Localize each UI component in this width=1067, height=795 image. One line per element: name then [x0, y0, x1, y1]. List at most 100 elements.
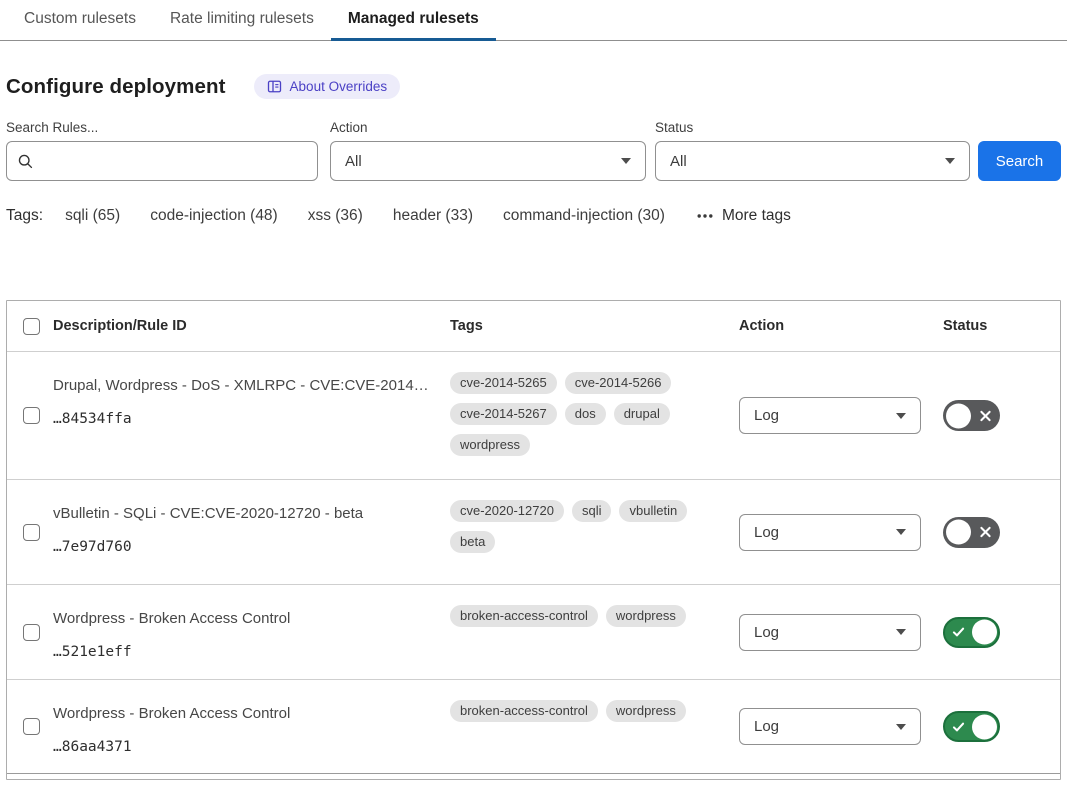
- toggle-knob: [972, 620, 997, 645]
- chevron-down-icon: [896, 413, 906, 419]
- filter-row: Search Rules... Action All Status: [6, 120, 1061, 181]
- table-header-row: Description/Rule IDTagsActionStatus: [7, 301, 1060, 351]
- rule-status-cell: [941, 480, 1060, 584]
- row-checkbox-cell: [7, 480, 53, 584]
- row-checkbox[interactable]: [23, 718, 40, 735]
- rule-id: …84534ffa: [53, 411, 438, 427]
- row-checkbox[interactable]: [23, 407, 40, 424]
- about-overrides-label: About Overrides: [290, 79, 388, 94]
- rule-status-cell: [941, 352, 1060, 479]
- column-header-tags: Tags: [450, 318, 739, 334]
- tag-pill-dos: dos: [565, 403, 606, 425]
- status-toggle[interactable]: [943, 517, 1000, 548]
- action-filter-group: Action All: [330, 120, 646, 181]
- tag-pill-drupal: drupal: [614, 403, 670, 425]
- tag-link-command-injection-30[interactable]: command-injection (30): [503, 207, 665, 225]
- rule-tags-cell: broken-access-controlwordpress: [450, 680, 739, 773]
- rule-action-select[interactable]: Log: [739, 514, 921, 551]
- column-header-label: Description/Rule ID: [53, 318, 187, 334]
- more-tags-label: More tags: [722, 207, 791, 225]
- tag-link-sqli-65[interactable]: sqli (65): [65, 207, 120, 225]
- rule-action-value: Log: [754, 718, 779, 735]
- tab-managed-rulesets[interactable]: Managed rulesets: [331, 0, 496, 40]
- x-icon-wrap: [979, 526, 992, 539]
- status-filter-label: Status: [655, 120, 970, 135]
- toggle-knob: [946, 520, 971, 545]
- row-checkbox[interactable]: [23, 624, 40, 641]
- rule-action-select[interactable]: Log: [739, 708, 921, 745]
- about-overrides-link[interactable]: About Overrides: [254, 74, 401, 99]
- tab-custom-rulesets[interactable]: Custom rulesets: [7, 0, 153, 40]
- next-row-stub: [7, 773, 1060, 779]
- tag-pill-vbulletin: vbulletin: [619, 500, 687, 522]
- heading-row: Configure deployment About Overrides: [6, 74, 1061, 99]
- rule-id: …86aa4371: [53, 739, 438, 755]
- status-filter-group: Status All: [655, 120, 970, 181]
- rule-action-cell: Log: [739, 680, 941, 773]
- rule-action-cell: Log: [739, 585, 941, 679]
- tag-pill-cve-2014-5266: cve-2014-5266: [565, 372, 672, 394]
- select-all-checkbox[interactable]: [23, 318, 40, 335]
- tags-bar-label: Tags:: [6, 207, 43, 225]
- check-icon-wrap: [952, 626, 965, 639]
- rule-action-value: Log: [754, 407, 779, 424]
- search-input[interactable]: [42, 152, 307, 171]
- rule-tags-cell: cve-2014-5265cve-2014-5266cve-2014-5267d…: [450, 352, 739, 479]
- table-row: vBulletin - SQLi - CVE:CVE-2020-12720 - …: [7, 479, 1060, 584]
- tag-pill-cve-2014-5265: cve-2014-5265: [450, 372, 557, 394]
- rule-description: Wordpress - Broken Access Control: [53, 704, 438, 724]
- action-filter-select[interactable]: All: [330, 141, 646, 181]
- search-icon: [17, 153, 34, 170]
- search-input-box[interactable]: [6, 141, 318, 181]
- rule-action-value: Log: [754, 624, 779, 641]
- status-toggle[interactable]: [943, 617, 1000, 648]
- rule-action-value: Log: [754, 524, 779, 541]
- check-icon-wrap: [952, 720, 965, 733]
- tag-link-header-33[interactable]: header (33): [393, 207, 473, 225]
- rule-status-cell: [941, 585, 1060, 679]
- row-checkbox[interactable]: [23, 524, 40, 541]
- rule-description-cell: Drupal, Wordpress - DoS - XMLRPC - CVE:C…: [53, 352, 450, 479]
- rule-description: Drupal, Wordpress - DoS - XMLRPC - CVE:C…: [53, 376, 438, 396]
- chevron-down-icon: [621, 158, 631, 164]
- row-checkbox-cell: [7, 585, 53, 679]
- chevron-down-icon: [896, 529, 906, 535]
- status-toggle[interactable]: [943, 400, 1000, 431]
- chevron-down-icon: [896, 724, 906, 730]
- table-row: Wordpress - Broken Access Control …86aa43…: [7, 679, 1060, 773]
- page-title: Configure deployment: [6, 75, 226, 99]
- tag-pill-wordpress: wordpress: [606, 605, 686, 627]
- tag-link-code-injection-48[interactable]: code-injection (48): [150, 207, 278, 225]
- rule-action-select[interactable]: Log: [739, 614, 921, 651]
- status-filter-select[interactable]: All: [655, 141, 970, 181]
- tab-rate-limiting-rulesets[interactable]: Rate limiting rulesets: [153, 0, 331, 40]
- search-field-label: Search Rules...: [6, 120, 318, 135]
- x-icon: [979, 526, 992, 539]
- tag-pill-broken-access-control: broken-access-control: [450, 605, 598, 627]
- check-icon: [952, 720, 965, 733]
- tags-bar: Tags: sqli (65) code-injection (48) xss (36…: [6, 207, 1061, 225]
- rule-description-cell: Wordpress - Broken Access Control…521e1e…: [53, 585, 450, 679]
- tab-bar: Custom rulesetsRate limiting rulesetsMan…: [0, 0, 1067, 41]
- tag-pill-broken-access-control: broken-access-control: [450, 700, 598, 722]
- check-icon: [952, 626, 965, 639]
- tag-link-xss-36[interactable]: xss (36): [308, 207, 363, 225]
- rule-status-cell: [941, 680, 1060, 773]
- search-button[interactable]: Search: [978, 141, 1061, 181]
- table-row: Wordpress - Broken Access Control…521e1e…: [7, 584, 1060, 679]
- more-tags-button[interactable]: More tags: [697, 207, 791, 225]
- row-checkbox-cell: [7, 680, 53, 773]
- tag-pill-cve-2020-12720: cve-2020-12720: [450, 500, 564, 522]
- rule-action-select[interactable]: Log: [739, 397, 921, 434]
- status-toggle[interactable]: [943, 711, 1000, 742]
- rule-description: vBulletin - SQLi - CVE:CVE-2020-12720 - …: [53, 504, 438, 524]
- header-checkbox-cell: [7, 318, 53, 335]
- rule-action-cell: Log: [739, 352, 941, 479]
- chevron-down-icon: [945, 158, 955, 164]
- table-row: Drupal, Wordpress - DoS - XMLRPC - CVE:C…: [7, 351, 1060, 479]
- rule-description-cell: Wordpress - Broken Access Control …86aa43…: [53, 680, 450, 773]
- rule-tags-cell: cve-2020-12720sqlivbulletinbeta: [450, 480, 739, 584]
- managed-rulesets-page: Custom rulesetsRate limiting rulesetsMan…: [0, 0, 1067, 780]
- book-icon: [267, 79, 282, 94]
- column-header-action: Action: [739, 318, 941, 334]
